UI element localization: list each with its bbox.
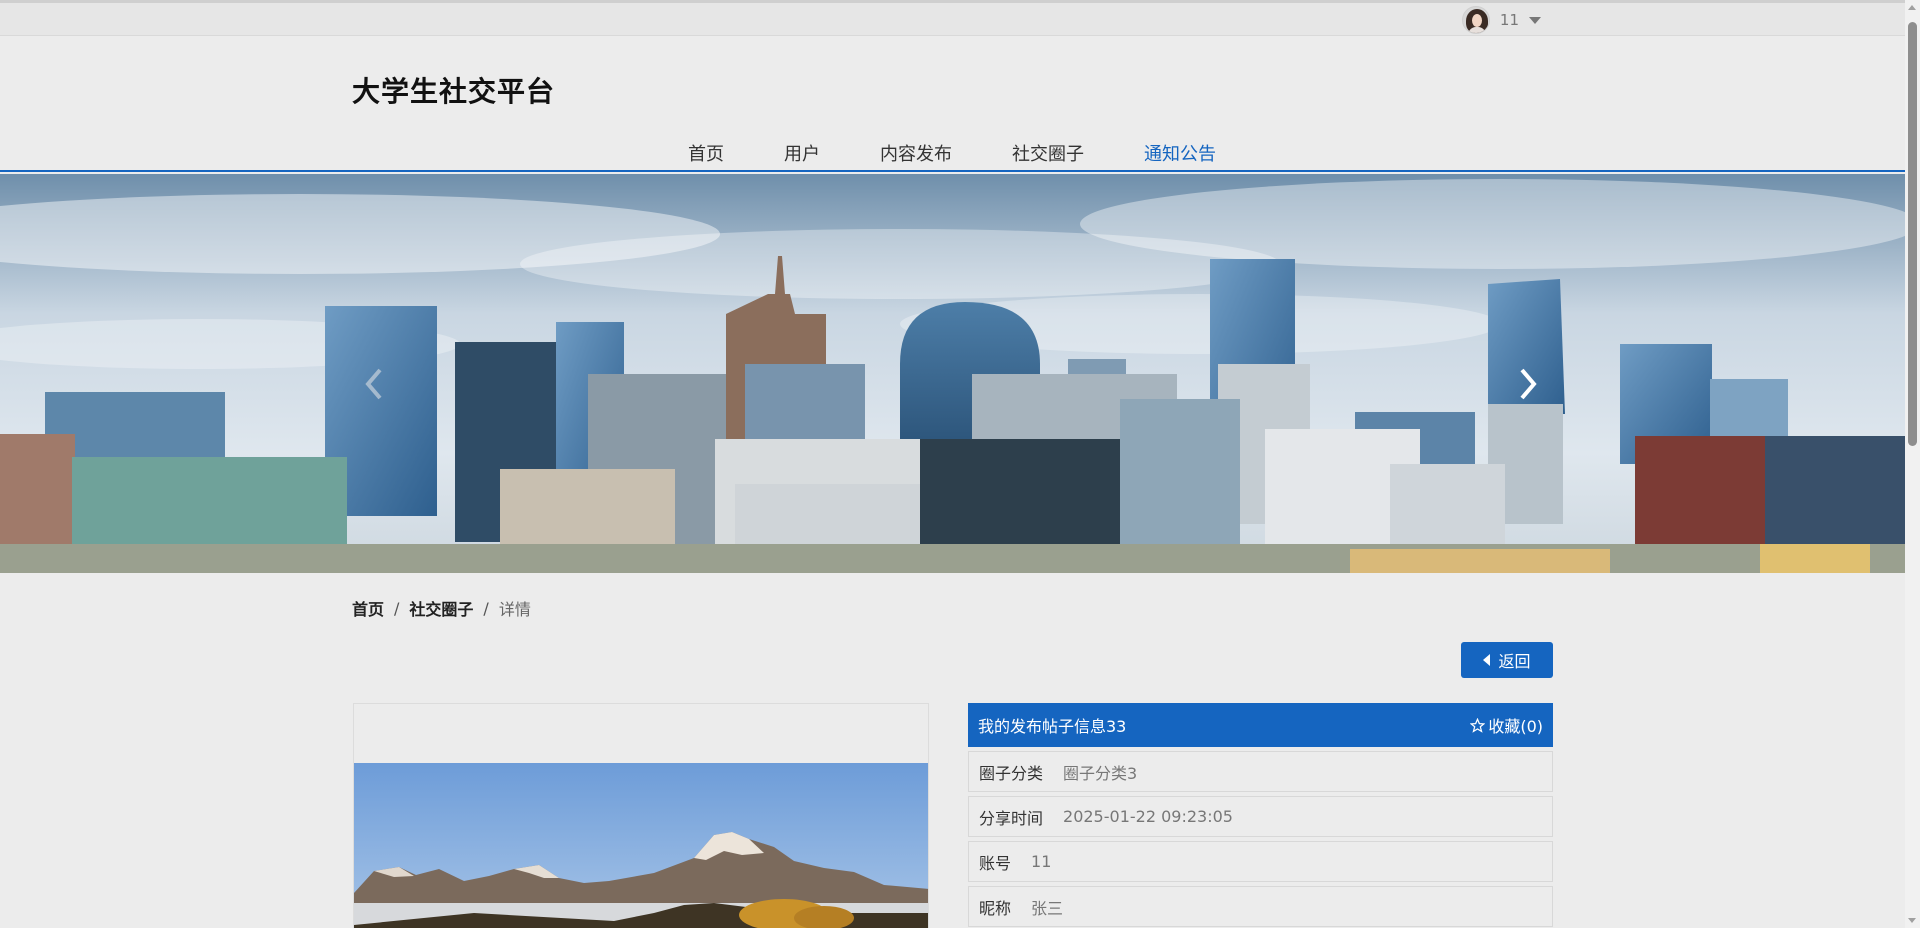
field-value: 圈子分类3 bbox=[1063, 763, 1138, 783]
post-mountain-image bbox=[354, 763, 928, 928]
breadcrumb: 首页 / 社交圈子 / 详情 bbox=[352, 596, 531, 620]
field-row-nickname: 昵称 张三 bbox=[968, 886, 1553, 927]
back-button-label: 返回 bbox=[1498, 652, 1531, 671]
banner-next-icon[interactable] bbox=[1516, 364, 1540, 404]
post-detail-header: 我的发布帖子信息33 收藏(0) bbox=[968, 703, 1553, 747]
breadcrumb-section[interactable]: 社交圈子 bbox=[409, 596, 473, 620]
page-scrollbar[interactable] bbox=[1905, 0, 1920, 928]
field-value: 张三 bbox=[1031, 898, 1064, 918]
field-value: 2025-01-22 09:23:05 bbox=[1063, 807, 1233, 826]
favorite-button[interactable]: 收藏(0) bbox=[1470, 713, 1543, 737]
user-name[interactable]: 11 bbox=[1500, 11, 1519, 29]
nav-item-notice[interactable]: 通知公告 bbox=[1144, 140, 1216, 166]
breadcrumb-separator: / bbox=[483, 598, 489, 618]
banner-carousel bbox=[0, 174, 1905, 573]
banner-prev-icon[interactable] bbox=[362, 364, 386, 404]
scroll-down-icon[interactable] bbox=[1908, 918, 1916, 923]
nav-item-social-circle[interactable]: 社交圈子 bbox=[1012, 140, 1084, 166]
banner-cityscape-image bbox=[0, 174, 1905, 573]
post-detail-panel: 我的发布帖子信息33 收藏(0) 圈子分类 圈子分类3 分享时间 2025-01… bbox=[968, 703, 1553, 927]
star-outline-icon bbox=[1470, 717, 1486, 733]
field-label: 分享时间 bbox=[979, 808, 1044, 828]
breadcrumb-separator: / bbox=[394, 598, 400, 618]
field-label: 圈子分类 bbox=[979, 763, 1044, 783]
user-menu[interactable]: 11 bbox=[1461, 6, 1541, 34]
breadcrumb-current: 详情 bbox=[498, 600, 531, 619]
field-label: 昵称 bbox=[979, 898, 1012, 918]
nav-item-home[interactable]: 首页 bbox=[688, 140, 724, 166]
site-title: 大学生社交平台 bbox=[352, 75, 556, 108]
back-button[interactable]: 返回 bbox=[1461, 642, 1553, 678]
post-image-panel bbox=[353, 703, 929, 928]
main-nav: 首页 用户 内容发布 社交圈子 通知公告 bbox=[0, 138, 1905, 172]
nav-item-users[interactable]: 用户 bbox=[784, 140, 820, 166]
caret-down-icon[interactable] bbox=[1529, 16, 1541, 24]
caret-left-icon bbox=[1483, 654, 1491, 666]
scrollbar-thumb[interactable] bbox=[1908, 22, 1917, 446]
nav-item-content-publish[interactable]: 内容发布 bbox=[880, 140, 952, 166]
avatar-icon[interactable] bbox=[1461, 6, 1490, 34]
favorite-label: 收藏(0) bbox=[1488, 717, 1543, 736]
breadcrumb-home[interactable]: 首页 bbox=[352, 596, 384, 620]
field-row-category: 圈子分类 圈子分类3 bbox=[968, 751, 1553, 792]
field-row-share-time: 分享时间 2025-01-22 09:23:05 bbox=[968, 796, 1553, 837]
top-user-bar: 11 bbox=[0, 0, 1905, 36]
field-value: 11 bbox=[1031, 852, 1052, 871]
field-row-account: 账号 11 bbox=[968, 841, 1553, 882]
scroll-up-icon[interactable] bbox=[1908, 5, 1916, 10]
field-label: 账号 bbox=[979, 853, 1012, 873]
post-title: 我的发布帖子信息33 bbox=[978, 717, 1127, 736]
